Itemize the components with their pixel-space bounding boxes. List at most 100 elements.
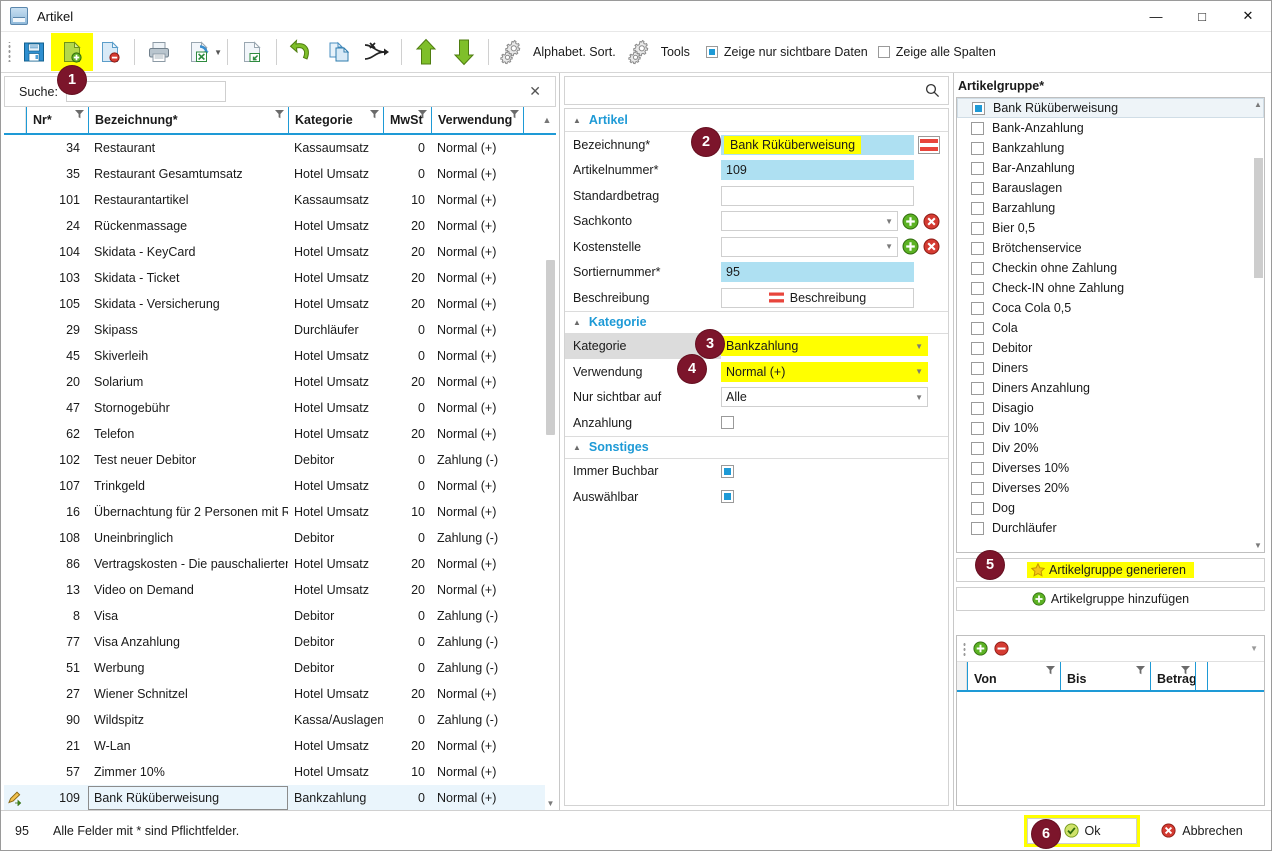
table-row[interactable]: 29 Skipass Durchläufer 0 Normal (+) bbox=[4, 317, 556, 343]
checkbox-icon[interactable] bbox=[971, 521, 984, 535]
anzahlung-checkbox[interactable] bbox=[721, 416, 734, 430]
close-icon[interactable]: ✕ bbox=[1225, 1, 1271, 32]
merge-button[interactable] bbox=[358, 35, 396, 69]
table-row[interactable]: 101 Restaurantartikel Kassaumsatz 10 Normal … bbox=[4, 187, 556, 213]
grid-scroll-up-icon[interactable]: ▲ bbox=[538, 107, 556, 133]
column-header-mwst[interactable]: MwSt bbox=[383, 107, 431, 133]
collapse-icon[interactable]: ▲ bbox=[573, 116, 581, 125]
kategorie-dropdown[interactable]: Bankzahlung ▼ bbox=[721, 336, 928, 357]
export-excel-button[interactable]: ▼ bbox=[178, 35, 222, 69]
scrollbar-thumb[interactable] bbox=[546, 260, 555, 435]
grid-body[interactable]: 34 Restaurant Kassaumsatz 0 Normal (+) 35 Rest… bbox=[4, 135, 556, 810]
subgrid-column-bis[interactable]: Bis bbox=[1060, 662, 1150, 690]
standardbetrag-input[interactable] bbox=[721, 185, 914, 206]
artikelnummer-input[interactable]: 109 bbox=[721, 160, 914, 181]
move-up-button[interactable] bbox=[407, 35, 445, 69]
subgrid-menu-icon[interactable]: ▼ bbox=[1250, 644, 1258, 653]
list-item[interactable]: Dog bbox=[957, 498, 1264, 518]
move-down-button[interactable] bbox=[445, 35, 483, 69]
checkbox-icon[interactable] bbox=[971, 141, 984, 155]
table-row[interactable]: 27 Wiener Schnitzel Hotel Umsatz 20 Normal (… bbox=[4, 681, 556, 707]
detail-search-bar[interactable] bbox=[564, 76, 949, 105]
checkbox-icon[interactable] bbox=[971, 181, 984, 195]
chevron-down-icon[interactable]: ▼ bbox=[214, 48, 222, 57]
table-row[interactable]: 57 Zimmer 10% Hotel Umsatz 10 Normal (+) bbox=[4, 759, 556, 785]
print-button[interactable] bbox=[140, 35, 178, 69]
filter-icon[interactable] bbox=[1136, 666, 1145, 675]
list-item[interactable]: Cola bbox=[957, 318, 1264, 338]
toolbar-grip[interactable] bbox=[7, 42, 13, 62]
kostenstelle-dropdown[interactable]: ▼ bbox=[721, 236, 898, 257]
table-row[interactable]: 16 Übernachtung für 2 Personen mit Ro Hote… bbox=[4, 499, 556, 525]
plus-circle-icon[interactable] bbox=[973, 641, 988, 656]
filter-icon[interactable] bbox=[275, 110, 284, 119]
table-row[interactable]: 103 Skidata - Ticket Hotel Umsatz 20 Normal … bbox=[4, 265, 556, 291]
collapse-icon[interactable]: ▲ bbox=[573, 318, 581, 327]
language-flag-icon[interactable] bbox=[918, 135, 940, 154]
list-item[interactable]: Disagio bbox=[957, 398, 1264, 418]
bezeichnung-input[interactable]: Bank Rüküberweisung bbox=[721, 134, 914, 155]
list-item[interactable]: Brötchenservice bbox=[957, 238, 1264, 258]
import-button[interactable] bbox=[233, 35, 271, 69]
copy-button[interactable] bbox=[320, 35, 358, 69]
table-row[interactable]: 13 Video on Demand Hotel Umsatz 20 Normal (+… bbox=[4, 577, 556, 603]
section-header-artikel[interactable]: ▲ Artikel bbox=[565, 109, 948, 132]
undo-button[interactable] bbox=[282, 35, 320, 69]
table-row[interactable]: 109 Bank Rüküberweisung Bankzahlung 0 Normal… bbox=[4, 785, 556, 810]
show-visible-data-checkbox[interactable]: Zeige nur sichtbare Daten bbox=[705, 45, 868, 59]
table-row[interactable]: 24 Rückenmassage Hotel Umsatz 20 Normal (+) bbox=[4, 213, 556, 239]
checkbox-icon[interactable] bbox=[971, 361, 984, 375]
auswaehlbar-checkbox[interactable] bbox=[721, 490, 734, 504]
column-header-bezeichnung[interactable]: Bezeichnung* bbox=[88, 107, 288, 133]
list-item[interactable]: Barauslagen bbox=[957, 178, 1264, 198]
list-item[interactable]: Bankzahlung bbox=[957, 138, 1264, 158]
list-item[interactable]: Barzahlung bbox=[957, 198, 1264, 218]
table-row[interactable]: 47 Stornogebühr Hotel Umsatz 0 Normal (+) bbox=[4, 395, 556, 421]
chevron-down-icon[interactable]: ▼ bbox=[885, 242, 893, 251]
remove-kostenstelle-button[interactable] bbox=[923, 238, 940, 255]
list-item[interactable]: Div 20% bbox=[957, 438, 1264, 458]
list-item[interactable]: Durchläufer bbox=[957, 518, 1264, 538]
column-header-verwendung[interactable]: Verwendung bbox=[431, 107, 523, 133]
table-row[interactable]: 62 Telefon Hotel Umsatz 20 Normal (+) bbox=[4, 421, 556, 447]
list-item[interactable]: Bank-Anzahlung bbox=[957, 118, 1264, 138]
show-all-columns-checkbox[interactable]: Zeige alle Spalten bbox=[877, 45, 996, 59]
maximize-icon[interactable]: □ bbox=[1179, 1, 1225, 32]
scroll-down-icon[interactable]: ▼ bbox=[545, 798, 556, 810]
sortiernummer-input[interactable]: 95 bbox=[721, 262, 914, 283]
checkbox-icon[interactable] bbox=[971, 401, 984, 415]
list-item[interactable]: Checkin ohne Zahlung bbox=[957, 258, 1264, 278]
list-item[interactable]: Bier 0,5 bbox=[957, 218, 1264, 238]
subgrid-column-von[interactable]: Von bbox=[967, 662, 1060, 690]
remove-sachkonto-button[interactable] bbox=[923, 213, 940, 230]
checkbox-icon[interactable] bbox=[971, 341, 984, 355]
filter-icon[interactable] bbox=[510, 110, 519, 119]
list-item[interactable]: Bank Rüküberweisung bbox=[957, 98, 1264, 118]
filter-icon[interactable] bbox=[75, 110, 84, 119]
table-row[interactable]: 104 Skidata - KeyCard Hotel Umsatz 20 Normal… bbox=[4, 239, 556, 265]
chevron-down-icon[interactable]: ▼ bbox=[915, 393, 923, 402]
checkbox-icon[interactable] bbox=[971, 301, 984, 315]
checkbox-icon[interactable] bbox=[971, 461, 984, 475]
list-item[interactable]: Diverses 10% bbox=[957, 458, 1264, 478]
checkbox-icon[interactable] bbox=[971, 201, 984, 215]
table-row[interactable]: 102 Test neuer Debitor Debitor 0 Zahlung (-) bbox=[4, 447, 556, 473]
table-row[interactable]: 34 Restaurant Kassaumsatz 0 Normal (+) bbox=[4, 135, 556, 161]
add-kostenstelle-button[interactable] bbox=[902, 238, 919, 255]
checkbox-icon[interactable] bbox=[971, 121, 984, 135]
sachkonto-dropdown[interactable]: ▼ bbox=[721, 211, 898, 232]
checkbox-icon[interactable] bbox=[971, 161, 984, 175]
beschreibung-button[interactable]: Beschreibung bbox=[721, 287, 914, 308]
scroll-down-icon[interactable]: ▼ bbox=[1252, 539, 1264, 552]
subgrid-column-betrag[interactable]: Betrag bbox=[1150, 662, 1197, 690]
checkbox-icon[interactable] bbox=[971, 321, 984, 335]
table-row[interactable]: 86 Vertragskosten - Die pauschalierten Hot… bbox=[4, 551, 556, 577]
checkbox-icon[interactable] bbox=[971, 481, 984, 495]
checkbox-icon[interactable] bbox=[971, 501, 984, 515]
table-row[interactable]: 108 Uneinbringlich Debitor 0 Zahlung (-) bbox=[4, 525, 556, 551]
list-item[interactable]: Diners bbox=[957, 358, 1264, 378]
table-row[interactable]: 45 Skiverleih Hotel Umsatz 0 Normal (+) bbox=[4, 343, 556, 369]
collapse-icon[interactable]: ▲ bbox=[573, 443, 581, 452]
table-row[interactable]: 107 Trinkgeld Hotel Umsatz 0 Normal (+) bbox=[4, 473, 556, 499]
table-row[interactable]: 20 Solarium Hotel Umsatz 20 Normal (+) bbox=[4, 369, 556, 395]
